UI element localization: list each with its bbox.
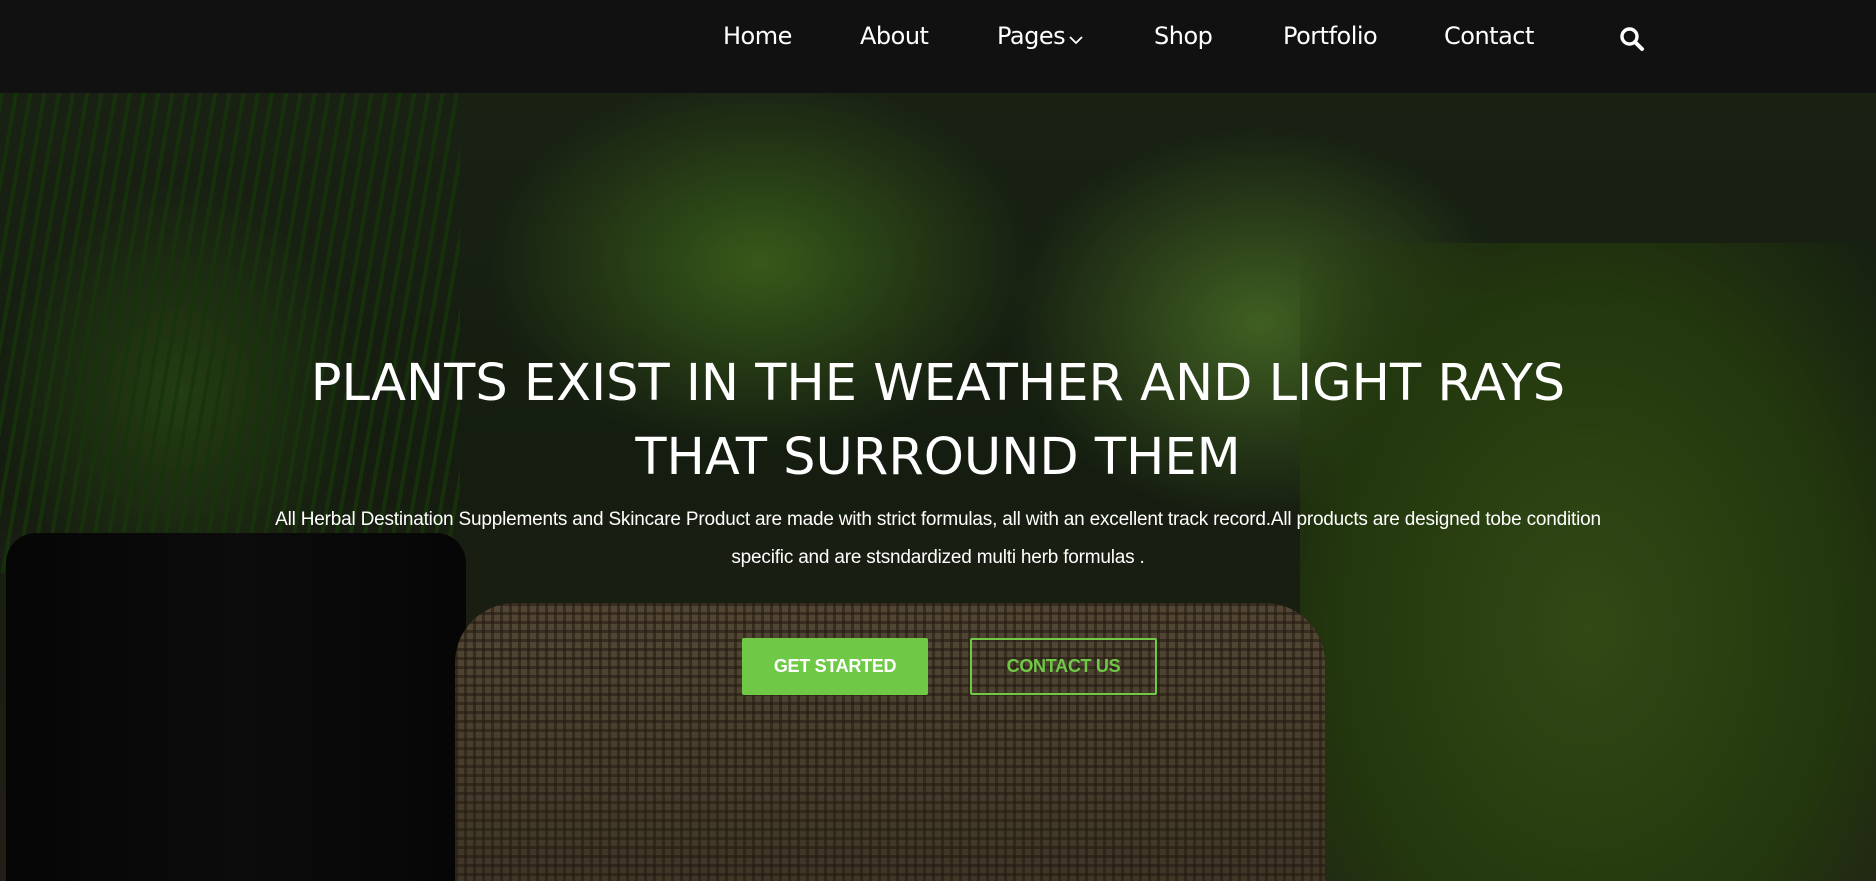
hero-section: PLANTS EXIST IN THE WEATHER AND LIGHT RA… [0,93,1876,881]
hero-description: All Herbal Destination Supplements and S… [275,509,1601,568]
nav-item-home[interactable]: Home [723,22,792,50]
hero-title: PLANTS EXIST IN THE WEATHER AND LIGHT RA… [310,354,1566,487]
nav-item-pages[interactable]: Pages [997,22,1083,51]
nav-menu: Home About Pages Shop Portfolio Contact [0,0,1876,73]
nav-item-pages-label: Pages [997,22,1066,50]
search-icon[interactable] [1619,26,1645,52]
contact-us-button[interactable]: CONTACT US [970,638,1157,695]
get-started-button[interactable]: GET STARTED [742,638,928,695]
nav-item-contact[interactable]: Contact [1444,22,1534,50]
nav-item-portfolio[interactable]: Portfolio [1283,22,1378,50]
top-navbar: Home About Pages Shop Portfolio Contact [0,0,1876,93]
nav-item-about[interactable]: About [860,22,929,50]
nav-item-shop[interactable]: Shop [1154,22,1213,50]
chevron-down-icon [1069,23,1083,51]
